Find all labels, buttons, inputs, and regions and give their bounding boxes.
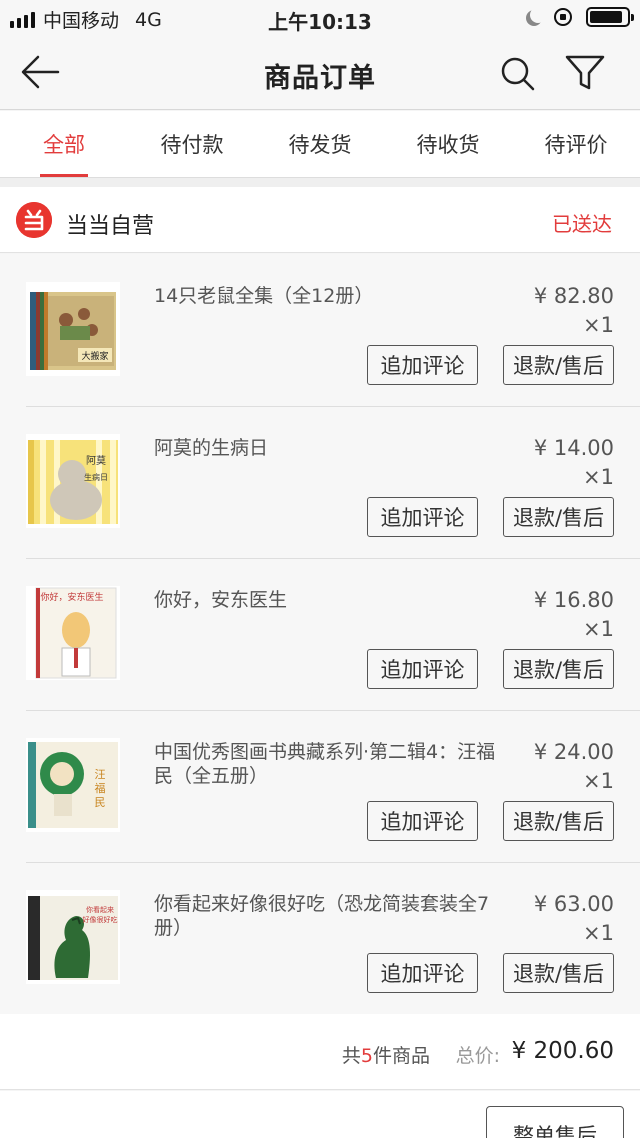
refund-button[interactable]: 退款/售后 (503, 801, 614, 841)
filter-icon (565, 55, 605, 90)
add-review-button[interactable]: 追加评论 (367, 649, 478, 689)
product-title[interactable]: 14只老鼠全集（全12册） (154, 284, 504, 308)
order-after-sale-button[interactable]: 整单售后 (486, 1106, 624, 1138)
search-icon (501, 57, 535, 91)
refund-button[interactable]: 退款/售后 (503, 345, 614, 385)
book-cover-dinosaur-set: 你看起来 好像很好吃 (26, 890, 120, 984)
order-item[interactable]: 你好，安东医生 你好，安东医生 ¥ 16.80 ×1 追加评论 退款/售后 (0, 558, 640, 710)
status-bar: 中国移动 4G 上午10:13 (0, 0, 640, 36)
page-title: 商品订单 (264, 63, 376, 94)
svg-text:好像很好吃: 好像很好吃 (83, 915, 118, 924)
book-cover-wang-fumin: 汪 福 民 (26, 738, 120, 832)
svg-text:阿莫: 阿莫 (86, 455, 106, 467)
item-count-prefix: 共 (341, 1045, 361, 1067)
order-item[interactable]: 汪 福 民 中国优秀图画书典藏系列·第二辑4：汪福民（全五册） ¥ 24.00 … (0, 710, 640, 862)
book-cover-14-mice: 大搬家 (26, 282, 120, 376)
item-count: 共5件商品 (342, 1041, 430, 1068)
svg-text:福: 福 (95, 781, 106, 795)
product-thumbnail[interactable]: 你看起来 好像很好吃 (26, 890, 120, 984)
filter-button[interactable] (564, 54, 606, 92)
order-item[interactable]: 大搬家 14只老鼠全集（全12册） ¥ 82.80 ×1 追加评论 退款/售后 (0, 254, 640, 406)
product-price: ¥ 14.00 (533, 436, 614, 460)
battery-level (590, 11, 623, 23)
svg-text:生病日: 生病日 (84, 472, 108, 482)
product-quantity: ×1 (583, 313, 614, 337)
shop-logo (16, 202, 52, 238)
svg-text:你好，安东医生: 你好，安东医生 (40, 591, 103, 603)
product-quantity: ×1 (583, 921, 614, 945)
product-thumbnail[interactable]: 你好，安东医生 (26, 586, 120, 680)
do-not-disturb-icon (530, 7, 546, 23)
tab-pending-review[interactable]: 待评价 (512, 111, 640, 177)
item-count-suffix: 件商品 (372, 1045, 430, 1067)
svg-text:汪: 汪 (95, 768, 106, 781)
svg-text:大搬家: 大搬家 (81, 350, 108, 362)
order-status: 已送达 (552, 212, 612, 236)
product-quantity: ×1 (583, 465, 614, 489)
order-item[interactable]: 阿莫 生病日 阿莫的生病日 ¥ 14.00 ×1 追加评论 退款/售后 (0, 406, 640, 558)
add-review-button[interactable]: 追加评论 (367, 497, 478, 537)
product-thumbnail[interactable]: 汪 福 民 (26, 738, 120, 832)
tab-pending-payment[interactable]: 待付款 (128, 111, 256, 177)
total-label: 总价: (455, 1045, 500, 1067)
book-cover-amos-sick-day: 阿莫 生病日 (26, 434, 120, 528)
shop-name: 当当自营 (66, 214, 155, 239)
product-title[interactable]: 阿莫的生病日 (154, 436, 504, 460)
order-tabs: 全部 待付款 待发货 待收货 待评价 (0, 111, 640, 177)
book-cover-doctor-anton: 你好，安东医生 (26, 586, 120, 680)
refund-button[interactable]: 退款/售后 (503, 497, 614, 537)
search-button[interactable] (498, 54, 538, 94)
item-count-number: 5 (360, 1045, 373, 1067)
product-title[interactable]: 中国优秀图画书典藏系列·第二辑4：汪福民（全五册） (154, 740, 504, 788)
product-quantity: ×1 (583, 617, 614, 641)
add-review-button[interactable]: 追加评论 (367, 801, 478, 841)
dangdang-logo-icon (16, 202, 52, 238)
battery-icon (586, 7, 634, 27)
svg-text:你看起来: 你看起来 (86, 905, 114, 914)
order-items: 大搬家 14只老鼠全集（全12册） ¥ 82.80 ×1 追加评论 退款/售后 … (0, 254, 640, 1014)
product-thumbnail[interactable]: 大搬家 (26, 282, 120, 376)
status-right (524, 7, 634, 27)
refund-button[interactable]: 退款/售后 (503, 953, 614, 993)
shop-header[interactable]: 当当自营 已送达 (0, 187, 640, 253)
section-divider (0, 177, 640, 187)
nav-bar: 商品订单 (0, 36, 640, 110)
tab-pending-shipment[interactable]: 待发货 (256, 111, 384, 177)
total-price: ¥ 200.60 (511, 1038, 614, 1064)
tab-pending-receipt[interactable]: 待收货 (384, 111, 512, 177)
refund-button[interactable]: 退款/售后 (503, 649, 614, 689)
order-summary: 共5件商品 总价: ¥ 200.60 (0, 1014, 640, 1090)
svg-text:民: 民 (95, 796, 106, 809)
add-review-button[interactable]: 追加评论 (367, 953, 478, 993)
footer-bar: 整单售后 (0, 1091, 640, 1138)
add-review-button[interactable]: 追加评论 (367, 345, 478, 385)
tab-all[interactable]: 全部 (0, 111, 128, 177)
product-title[interactable]: 你看起来好像很好吃（恐龙简装套装全7册） (154, 892, 504, 940)
product-quantity: ×1 (583, 769, 614, 793)
product-title[interactable]: 你好，安东医生 (154, 588, 504, 612)
product-price: ¥ 63.00 (533, 892, 614, 916)
order-item[interactable]: 你看起来 好像很好吃 你看起来好像很好吃（恐龙简装套装全7册） ¥ 63.00 … (0, 862, 640, 1014)
product-price: ¥ 82.80 (533, 284, 614, 308)
product-thumbnail[interactable]: 阿莫 生病日 (26, 434, 120, 528)
product-price: ¥ 24.00 (533, 740, 614, 764)
rotation-lock-icon (554, 8, 572, 26)
product-price: ¥ 16.80 (533, 588, 614, 612)
